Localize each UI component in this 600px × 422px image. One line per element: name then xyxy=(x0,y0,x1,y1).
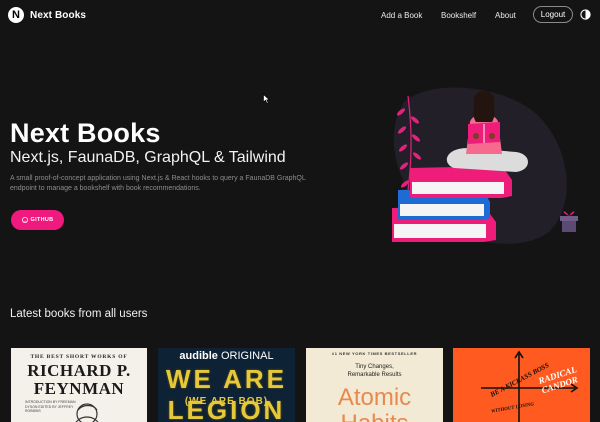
book-cover-text: (WE ARE BOB) xyxy=(184,396,269,407)
top-navigation: N Next Books Add a Book Bookshelf About … xyxy=(0,0,600,32)
theme-toggle-icon[interactable] xyxy=(580,9,591,20)
book-cover-text: WE ARE LEGION xyxy=(165,364,288,422)
hero-subtitle: Next.js, FaunaDB, GraphQL & Tailwind xyxy=(10,149,286,166)
audible-brand: audible xyxy=(179,350,218,362)
logout-button[interactable]: Logout xyxy=(533,6,573,23)
gift-box xyxy=(560,211,578,232)
reading-illustration xyxy=(392,87,578,244)
nav-about[interactable]: About xyxy=(495,7,516,23)
github-button[interactable]: GITHUB xyxy=(11,210,64,230)
book-cover-feynman[interactable]: THE BEST SHORT WORKS OF RICHARD P. FEYNM… xyxy=(11,348,147,422)
book-cover-text: Remarkable Results xyxy=(347,372,402,378)
book-cover-atomic-habits[interactable]: #1 NEW YORK TIMES BESTSELLER Tiny Change… xyxy=(306,348,443,422)
brand-logo-icon: N xyxy=(8,7,24,23)
book-cover-text: FEYNMAN xyxy=(33,379,125,398)
github-icon xyxy=(21,217,28,223)
audible-badge: audible ORIGINAL xyxy=(158,350,295,362)
hero-title: Next Books xyxy=(10,118,161,148)
book-cover-text: Atomic xyxy=(337,384,412,411)
brand-name: Next Books xyxy=(30,9,87,21)
book-cover-text: #1 NEW YORK TIMES BESTSELLER xyxy=(331,351,418,356)
book-cover-we-are-legion[interactable]: audible ORIGINAL WE ARE LEGION (WE ARE B… xyxy=(158,348,295,422)
nav-bookshelf[interactable]: Bookshelf xyxy=(441,7,476,23)
portrait-sketch xyxy=(75,403,99,422)
github-label: GITHUB xyxy=(30,217,54,223)
book-cover-text: Habits xyxy=(306,410,443,422)
nav-add-book[interactable]: Add a Book xyxy=(381,7,422,23)
hero-description: A small proof-of-concept application usi… xyxy=(10,175,306,192)
mouse-cursor-icon xyxy=(263,94,271,104)
book-cover-text: THE BEST SHORT WORKS OF xyxy=(30,354,128,360)
brand-link[interactable]: N Next Books xyxy=(8,7,86,23)
audible-original-label: ORIGINAL xyxy=(221,350,274,362)
latest-books-heading: Latest books from all users xyxy=(10,308,148,320)
book-cover-text: RICHARD P. xyxy=(27,361,131,380)
book-cover-text: Tiny Changes, xyxy=(355,364,394,370)
book-cover-radical-candor[interactable]: BE A KICKASS BOSS RADICAL CANDOR WITHOUT… xyxy=(453,348,590,422)
